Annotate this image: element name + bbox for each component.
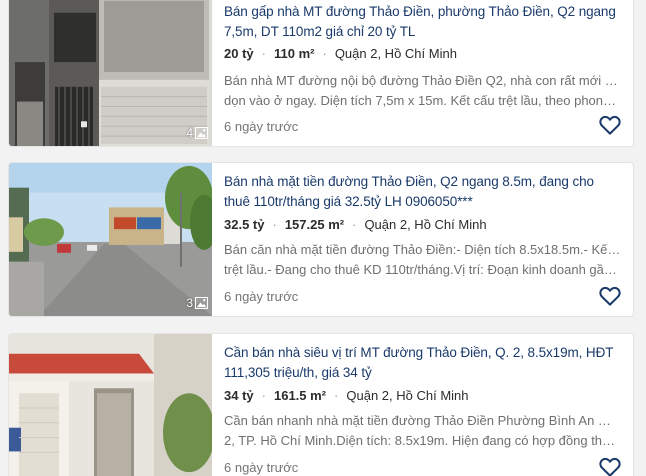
posted-time: 6 ngày trước — [224, 289, 299, 304]
save-favorite-button[interactable] — [599, 286, 621, 306]
listing-description: Bán căn nhà mặt tiền đường Thảo Điền:- D… — [224, 240, 621, 280]
listing-card[interactable]: 3 Bán nhà mặt tiền đường Thảo Điền, Q2 n… — [8, 162, 634, 317]
description-line: trệt lầu.- Đang cho thuê KD 110tr/tháng.… — [224, 262, 621, 277]
listing-title[interactable]: Cần bán nhà siêu vị trí MT đường Thảo Đi… — [224, 343, 621, 383]
photo-count-label: 4 — [186, 126, 193, 140]
listing-info: Bán gấp nhà MT đường Thảo Điền, phường T… — [224, 0, 621, 146]
separator-dot: · — [334, 388, 339, 403]
separator-dot: · — [272, 217, 277, 232]
posted-time: 6 ngày trước — [224, 460, 299, 475]
listing-description: Cần bán nhanh nhà mặt tiền đường Thảo Đi… — [224, 411, 621, 451]
listing-location: Quận 2, Hồ Chí Minh — [364, 217, 487, 232]
description-line: dọn vào ở ngay. Diện tích 7,5m x 15m. Kế… — [224, 93, 621, 108]
listing-info: Bán nhà mặt tiền đường Thảo Điền, Q2 nga… — [224, 163, 621, 316]
listing-photo[interactable] — [9, 334, 212, 476]
listing-specs: 34 tỷ · 161.5 m² · Quận 2, Hồ Chí Minh — [224, 388, 621, 403]
save-favorite-button[interactable] — [599, 115, 621, 135]
listing-location: Quận 2, Hồ Chí Minh — [346, 388, 469, 403]
listing-specs: 32.5 tỷ · 157.25 m² · Quận 2, Hồ Chí Min… — [224, 217, 621, 232]
street-photo-image — [9, 163, 212, 316]
listing-price: 34 tỷ — [224, 388, 254, 403]
listing-photo[interactable]: 4 — [9, 0, 212, 146]
listing-title[interactable]: Bán nhà mặt tiền đường Thảo Điền, Q2 nga… — [224, 172, 621, 212]
listing-area: 157.25 m² — [284, 217, 345, 232]
description-line: Bán nhà MT đường nội bộ đường Thảo Điền … — [224, 73, 621, 88]
separator-dot: · — [322, 46, 327, 61]
listing-card[interactable]: Cần bán nhà siêu vị trí MT đường Thảo Đi… — [8, 333, 634, 476]
separator-dot: · — [261, 46, 266, 61]
house-photo-image — [9, 0, 212, 146]
save-favorite-button[interactable] — [599, 457, 621, 476]
heart-icon — [599, 286, 621, 306]
description-line: Bán căn nhà mặt tiền đường Thảo Điền:- D… — [224, 242, 621, 257]
description-line: Cần bán nhanh nhà mặt tiền đường Thảo Đi… — [224, 413, 621, 428]
heart-icon — [599, 457, 621, 476]
photo-count: 4 — [186, 126, 208, 140]
posted-time: 6 ngày trước — [224, 119, 299, 134]
listing-card[interactable]: 4 Bán gấp nhà MT đường Thảo Điền, phường… — [8, 0, 634, 147]
listing-photo[interactable]: 3 — [9, 163, 212, 316]
listing-description: Bán nhà MT đường nội bộ đường Thảo Điền … — [224, 71, 621, 111]
photo-count-label: 3 — [186, 296, 193, 310]
camera-icon — [195, 127, 208, 139]
camera-icon — [195, 297, 208, 309]
listing-price: 32.5 tỷ — [224, 217, 265, 232]
heart-icon — [599, 115, 621, 135]
separator-dot: · — [352, 217, 357, 232]
listing-price: 20 tỷ — [224, 46, 254, 61]
photo-count: 3 — [186, 296, 208, 310]
house-photo-image — [9, 334, 212, 476]
listing-location: Quận 2, Hồ Chí Minh — [334, 46, 457, 61]
separator-dot: · — [261, 388, 266, 403]
listing-area: 110 m² — [273, 46, 315, 61]
listing-title[interactable]: Bán gấp nhà MT đường Thảo Điền, phường T… — [224, 2, 621, 42]
description-line: 2, TP. Hồ Chí Minh.Diện tích: 8.5x19m. H… — [224, 433, 621, 448]
listing-info: Cần bán nhà siêu vị trí MT đường Thảo Đi… — [224, 334, 621, 476]
listing-specs: 20 tỷ · 110 m² · Quận 2, Hồ Chí Minh — [224, 46, 621, 61]
listing-area: 161.5 m² — [273, 388, 327, 403]
